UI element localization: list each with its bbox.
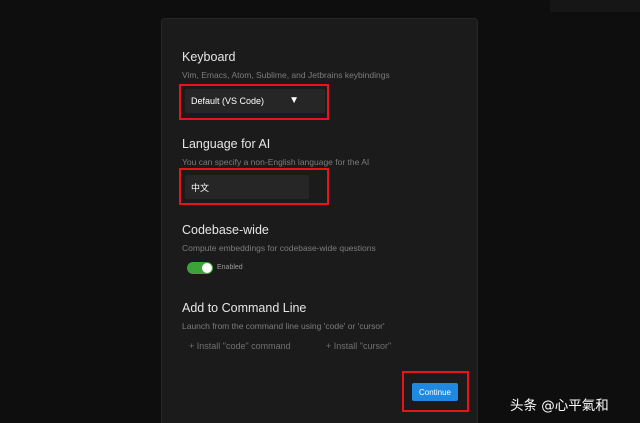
app-window: Keyboard Vim, Emacs, Atom, Sublime, and … — [0, 0, 640, 423]
settings-panel: Keyboard Vim, Emacs, Atom, Sublime, and … — [161, 18, 478, 423]
install-cursor-command-button[interactable]: + Install "cursor" — [326, 341, 391, 351]
command-line-title: Add to Command Line — [182, 301, 307, 315]
codebase-title: Codebase-wide — [182, 223, 269, 237]
codebase-description: Compute embeddings for codebase-wide que… — [182, 243, 376, 253]
codebase-toggle[interactable] — [187, 262, 213, 274]
toggle-knob — [202, 263, 212, 273]
keyboard-title: Keyboard — [182, 50, 236, 64]
keybinding-select[interactable]: Default (VS Code) ▼ — [185, 89, 325, 113]
background-corner — [550, 0, 640, 12]
install-code-command-button[interactable]: + Install "code" command — [189, 341, 291, 351]
language-input[interactable] — [185, 175, 309, 199]
language-title: Language for AI — [182, 137, 271, 151]
codebase-toggle-label: Enabled — [217, 264, 243, 271]
keyboard-description: Vim, Emacs, Atom, Sublime, and Jetbrains… — [182, 70, 390, 80]
command-line-description: Launch from the command line using 'code… — [182, 321, 385, 331]
chevron-down-icon: ▼ — [289, 95, 299, 106]
watermark: 头条 @心平氣和 — [510, 398, 609, 414]
keybinding-select-value: Default (VS Code) — [191, 96, 265, 106]
continue-button[interactable]: Continue — [412, 383, 458, 401]
language-description: You can specify a non-English language f… — [182, 157, 370, 167]
